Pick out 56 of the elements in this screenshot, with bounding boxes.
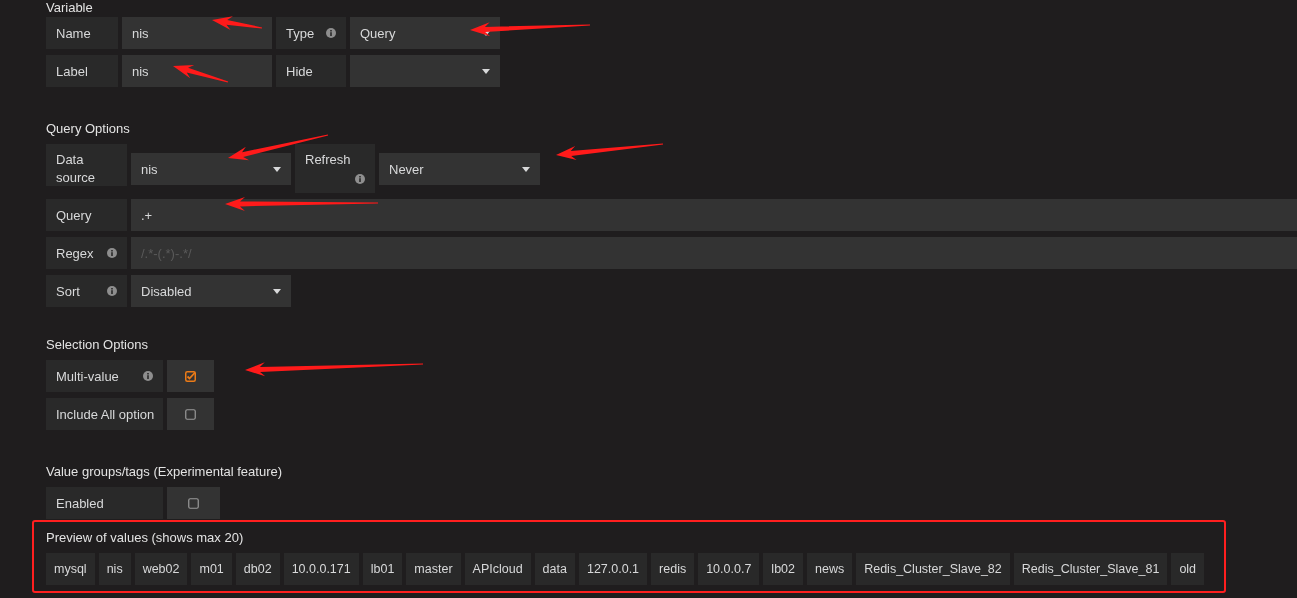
info-icon[interactable] (143, 371, 153, 381)
value-tag: news (807, 553, 853, 585)
value-tag: 10.0.0.7 (698, 553, 760, 585)
field-label: Sort (46, 275, 127, 307)
value-tag: mysql (46, 553, 95, 585)
field-label: Name (46, 17, 118, 49)
dropdown[interactable]: Disabled (131, 275, 291, 307)
value-tag: old (1171, 553, 1205, 585)
checkbox[interactable] (188, 497, 199, 509)
section-title: Preview of values (shows max 20) (46, 530, 245, 546)
checkbox[interactable] (185, 370, 196, 382)
field-label: Refresh (295, 144, 375, 193)
field-label: Label (46, 55, 118, 87)
field-label: Hide (276, 55, 346, 87)
field-label: Enabled (46, 487, 163, 519)
info-icon[interactable] (355, 174, 365, 184)
section-title: Query Options (46, 121, 131, 137)
field-label: Type (276, 17, 346, 49)
value-tag: lb02 (763, 553, 803, 585)
annotation-arrow (173, 64, 229, 83)
caret-icon (273, 166, 281, 172)
info-icon[interactable] (107, 286, 117, 296)
caret-icon (273, 288, 281, 294)
value-tag: web02 (134, 553, 188, 585)
value-tag: 127.0.0.1 (578, 553, 648, 585)
info-icon[interactable] (107, 248, 117, 258)
field-label: Regex (46, 237, 127, 269)
dropdown[interactable]: Never (379, 153, 540, 185)
text-field[interactable]: nis (122, 17, 272, 49)
caret-icon (482, 68, 490, 74)
field-label: Multi-value (46, 360, 163, 392)
checkbox[interactable] (185, 408, 196, 420)
dropdown[interactable]: nis (131, 153, 291, 185)
section-title: Value groups/tags (Experimental feature) (46, 464, 284, 480)
text-field[interactable]: .+ (131, 199, 1297, 231)
annotation-arrow (212, 16, 263, 31)
value-tag: data (534, 553, 575, 585)
value-tag: m01 (191, 553, 232, 585)
text-field[interactable]: nis (122, 55, 272, 87)
caret-icon (522, 166, 530, 172)
field-label: Include All option (46, 398, 163, 430)
section-title: Selection Options (46, 337, 149, 353)
field-label: Data source (46, 144, 127, 186)
value-tag: 10.0.0.171 (283, 553, 359, 585)
value-tag: master (406, 553, 461, 585)
value-tag: lb01 (362, 553, 403, 585)
value-tag: APIcloud (464, 553, 531, 585)
field-label: Query (46, 199, 127, 231)
value-tag: Redis_Cluster_Slave_82 (856, 553, 1010, 585)
value-tag: redis (651, 553, 695, 585)
info-icon[interactable] (326, 28, 336, 38)
value-tag: nis (98, 553, 131, 585)
section-title: Variable (46, 0, 94, 16)
value-tag: db02 (235, 553, 280, 585)
dropdown[interactable]: Query (350, 17, 500, 49)
value-tag: Redis_Cluster_Slave_81 (1013, 553, 1168, 585)
